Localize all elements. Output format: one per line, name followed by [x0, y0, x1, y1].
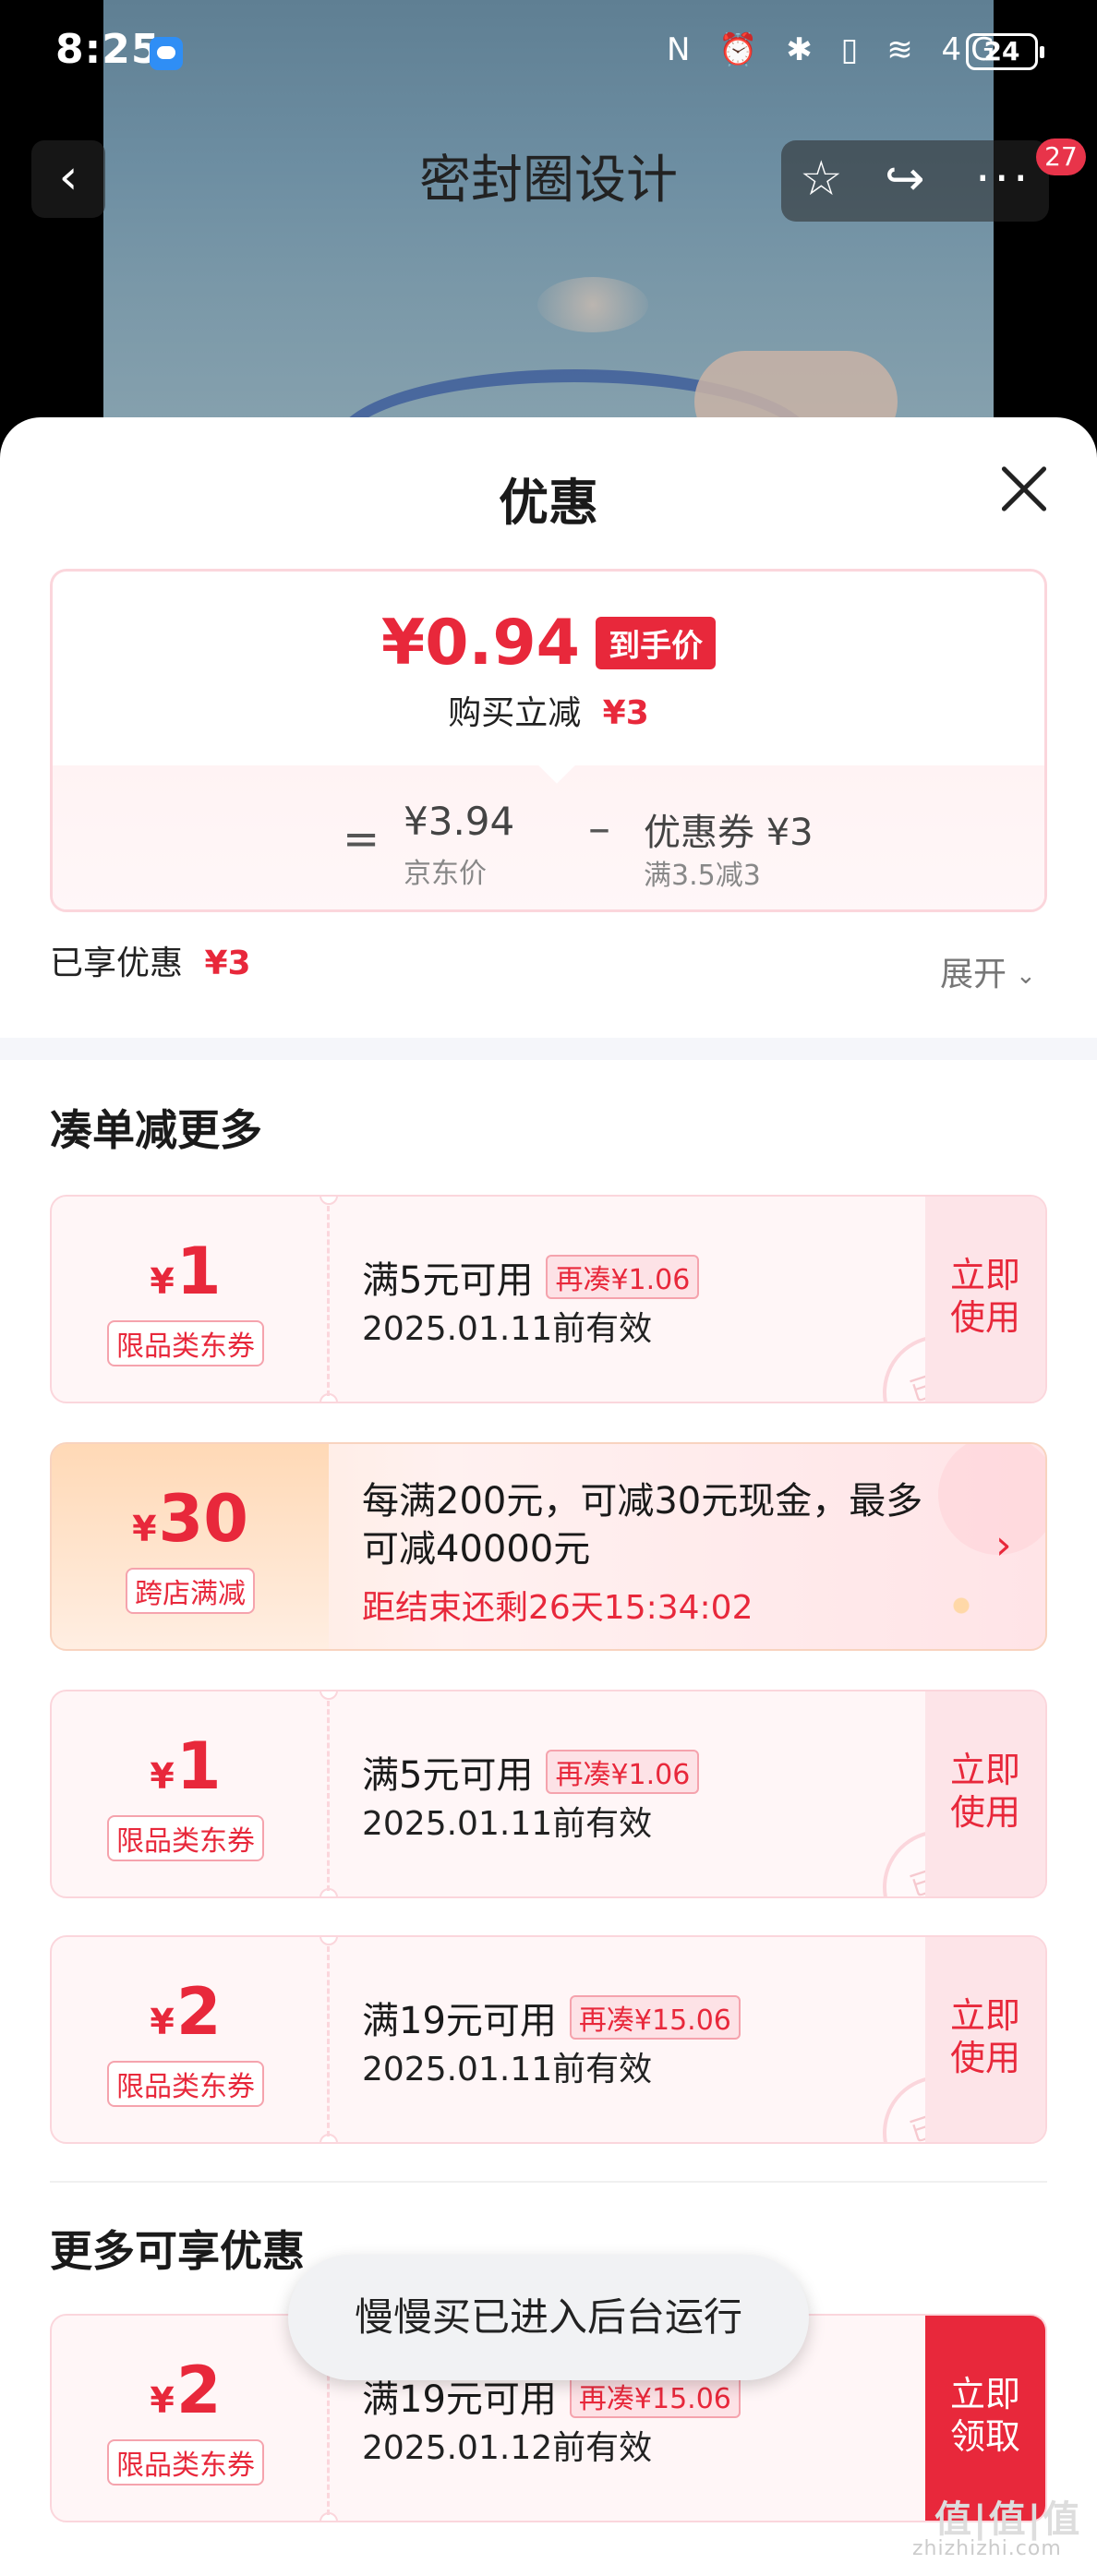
minus-sign: – [588, 802, 610, 854]
close-icon[interactable] [992, 456, 1056, 521]
coupon-condition: 满5元可用 再凑¥1.06 [362, 1250, 700, 1304]
coupon-type-tag: 限品类东券 [107, 1320, 264, 1366]
final-price: ¥0.94 [380, 607, 580, 680]
coupon-amount: ¥2 [150, 2353, 222, 2428]
chevron-right-icon[interactable]: › [995, 1522, 1012, 1569]
coupon-type-tag: 限品类东券 [107, 2061, 264, 2107]
expand-button[interactable]: 展开 ⌄ [940, 947, 1036, 995]
share-icon[interactable]: ↪ [885, 150, 925, 209]
back-button[interactable]: ‹ [31, 140, 105, 218]
status-icons: N ⏰ ✱ ▯ ≋ 4G [667, 31, 1005, 68]
sheet-title: 优惠 [499, 474, 598, 532]
coupon-separator [327, 1206, 330, 1396]
final-price-tag: 到手价 [596, 617, 717, 669]
coupon-value-area: ¥2 限品类东券 [52, 2316, 319, 2521]
coupon-separator [327, 1946, 330, 2137]
promo-type-tag: 跨店满减 [126, 1568, 255, 1614]
coupon-value-area: ¥1 限品类东券 [52, 1691, 319, 1896]
coupon-need-more-tag: 再凑¥1.06 [546, 1750, 700, 1794]
coupon-condition: 满19元可用 再凑¥15.06 [362, 1991, 741, 2044]
enjoyed-discount: 已享优惠 ¥3 [50, 936, 251, 984]
coupon-card[interactable]: ¥1 限品类东券 满5元可用再凑¥1.06 2025.01.11前有效 已领 立… [50, 1195, 1047, 1403]
coupon-value-area: ¥2 限品类东券 [52, 1937, 319, 2142]
jd-price: ¥3.94 [404, 799, 515, 844]
status-time: 8:25 [55, 26, 161, 73]
toast-message: 慢慢买已进入后台运行 [288, 2255, 809, 2380]
watermark-site: zhizhizhi.com [912, 2537, 1062, 2560]
section-title-combine-orders: 凑单减更多 [50, 1105, 262, 1155]
coupon-amount: ¥1 [150, 1234, 222, 1309]
chat-notification-icon [150, 37, 183, 70]
coupon-type-tag: 限品类东券 [107, 2439, 264, 2486]
promo-amount: ¥30 [132, 1481, 248, 1557]
section-divider-band [0, 1038, 1097, 1060]
coupon-discount-amount: 优惠券 ¥3 [644, 812, 814, 854]
final-price-row: ¥0.94 到手价 [53, 607, 1044, 680]
coupon-validity: 2025.01.12前有效 [362, 2429, 653, 2467]
coupon-discount-condition: 满3.5减3 [644, 860, 761, 892]
chevron-down-icon: ⌄ [1016, 962, 1036, 990]
photo-bubble [537, 277, 648, 332]
use-now-button[interactable]: 立即 使用 [925, 1197, 1045, 1402]
coupon-card[interactable]: ¥2 限品类东券 满19元可用再凑¥15.06 2025.01.11前有效 已领… [50, 1935, 1047, 2144]
section-title-more-discounts: 更多可享优惠 [50, 2226, 305, 2276]
promo-decoration [938, 1444, 1045, 1555]
instant-discount-line: 购买立减 ¥3 [53, 686, 1044, 734]
enjoyed-label: 已享优惠 [50, 945, 184, 982]
cross-store-promo-card[interactable]: ¥30 跨店满减 每满200元，可减30元现金，最多可减40000元 距结束还剩… [50, 1442, 1047, 1651]
promo-countdown: 距结束还剩26天15:34:02 [362, 1589, 753, 1627]
coupon-validity: 2025.01.11前有效 [362, 1805, 653, 1843]
coupon-validity: 2025.01.11前有效 [362, 1310, 653, 1348]
price-breakdown: = ¥3.94 京东价 – 优惠券 ¥3 满3.5减3 [53, 765, 1044, 909]
status-bar: 8:25 N ⏰ ✱ ▯ ≋ 4G 24 [0, 0, 1097, 109]
instant-discount-label: 购买立减 [448, 694, 582, 732]
product-action-bar: ☆ ↪ ··· [781, 140, 1049, 222]
equals-sign: = [343, 813, 380, 865]
coupon-amount: ¥1 [150, 1728, 222, 1804]
star-icon[interactable]: ☆ [800, 150, 843, 209]
promo-description: 每满200元，可减30元现金，最多可减40000元 [362, 1480, 923, 1571]
divider [50, 2181, 1047, 2183]
use-now-button[interactable]: 立即 使用 [925, 1937, 1045, 2142]
coupon-amount: ¥2 [150, 1974, 222, 2050]
coupon-value-area: ¥1 限品类东券 [52, 1197, 319, 1402]
battery-icon: 24 [966, 33, 1044, 70]
instant-discount-amount: ¥3 [602, 694, 649, 732]
coupon-need-more-tag: 再凑¥15.06 [569, 2374, 741, 2418]
jd-price-label: 京东价 [404, 858, 487, 890]
message-count-badge: 27 [1036, 138, 1086, 175]
promo-value-area: ¥30 跨店满减 [52, 1444, 329, 1649]
coupon-card[interactable]: ¥1 限品类东券 满5元可用再凑¥1.06 2025.01.11前有效 已领 立… [50, 1690, 1047, 1898]
discount-sheet: 优惠 ¥0.94 到手价 购买立减 ¥3 = ¥3.94 京东价 – 优惠券 ¥… [0, 417, 1097, 2576]
coupon-validity: 2025.01.11前有效 [362, 2051, 653, 2088]
coupon-condition: 满5元可用 再凑¥1.06 [362, 1745, 700, 1799]
watermark-logo: 值|值|值 [934, 2498, 1082, 2541]
coupon-need-more-tag: 再凑¥15.06 [569, 1995, 741, 2040]
use-now-button[interactable]: 立即 使用 [925, 1691, 1045, 1896]
price-summary-card: ¥0.94 到手价 购买立减 ¥3 = ¥3.94 京东价 – 优惠券 ¥3 满… [50, 569, 1047, 912]
more-icon[interactable]: ··· [975, 150, 1032, 209]
coupon-separator [327, 1701, 330, 1891]
expand-label: 展开 [940, 956, 1007, 993]
coupon-type-tag: 限品类东券 [107, 1815, 264, 1861]
coupon-need-more-tag: 再凑¥1.06 [546, 1255, 700, 1299]
enjoyed-amount: ¥3 [204, 945, 251, 982]
